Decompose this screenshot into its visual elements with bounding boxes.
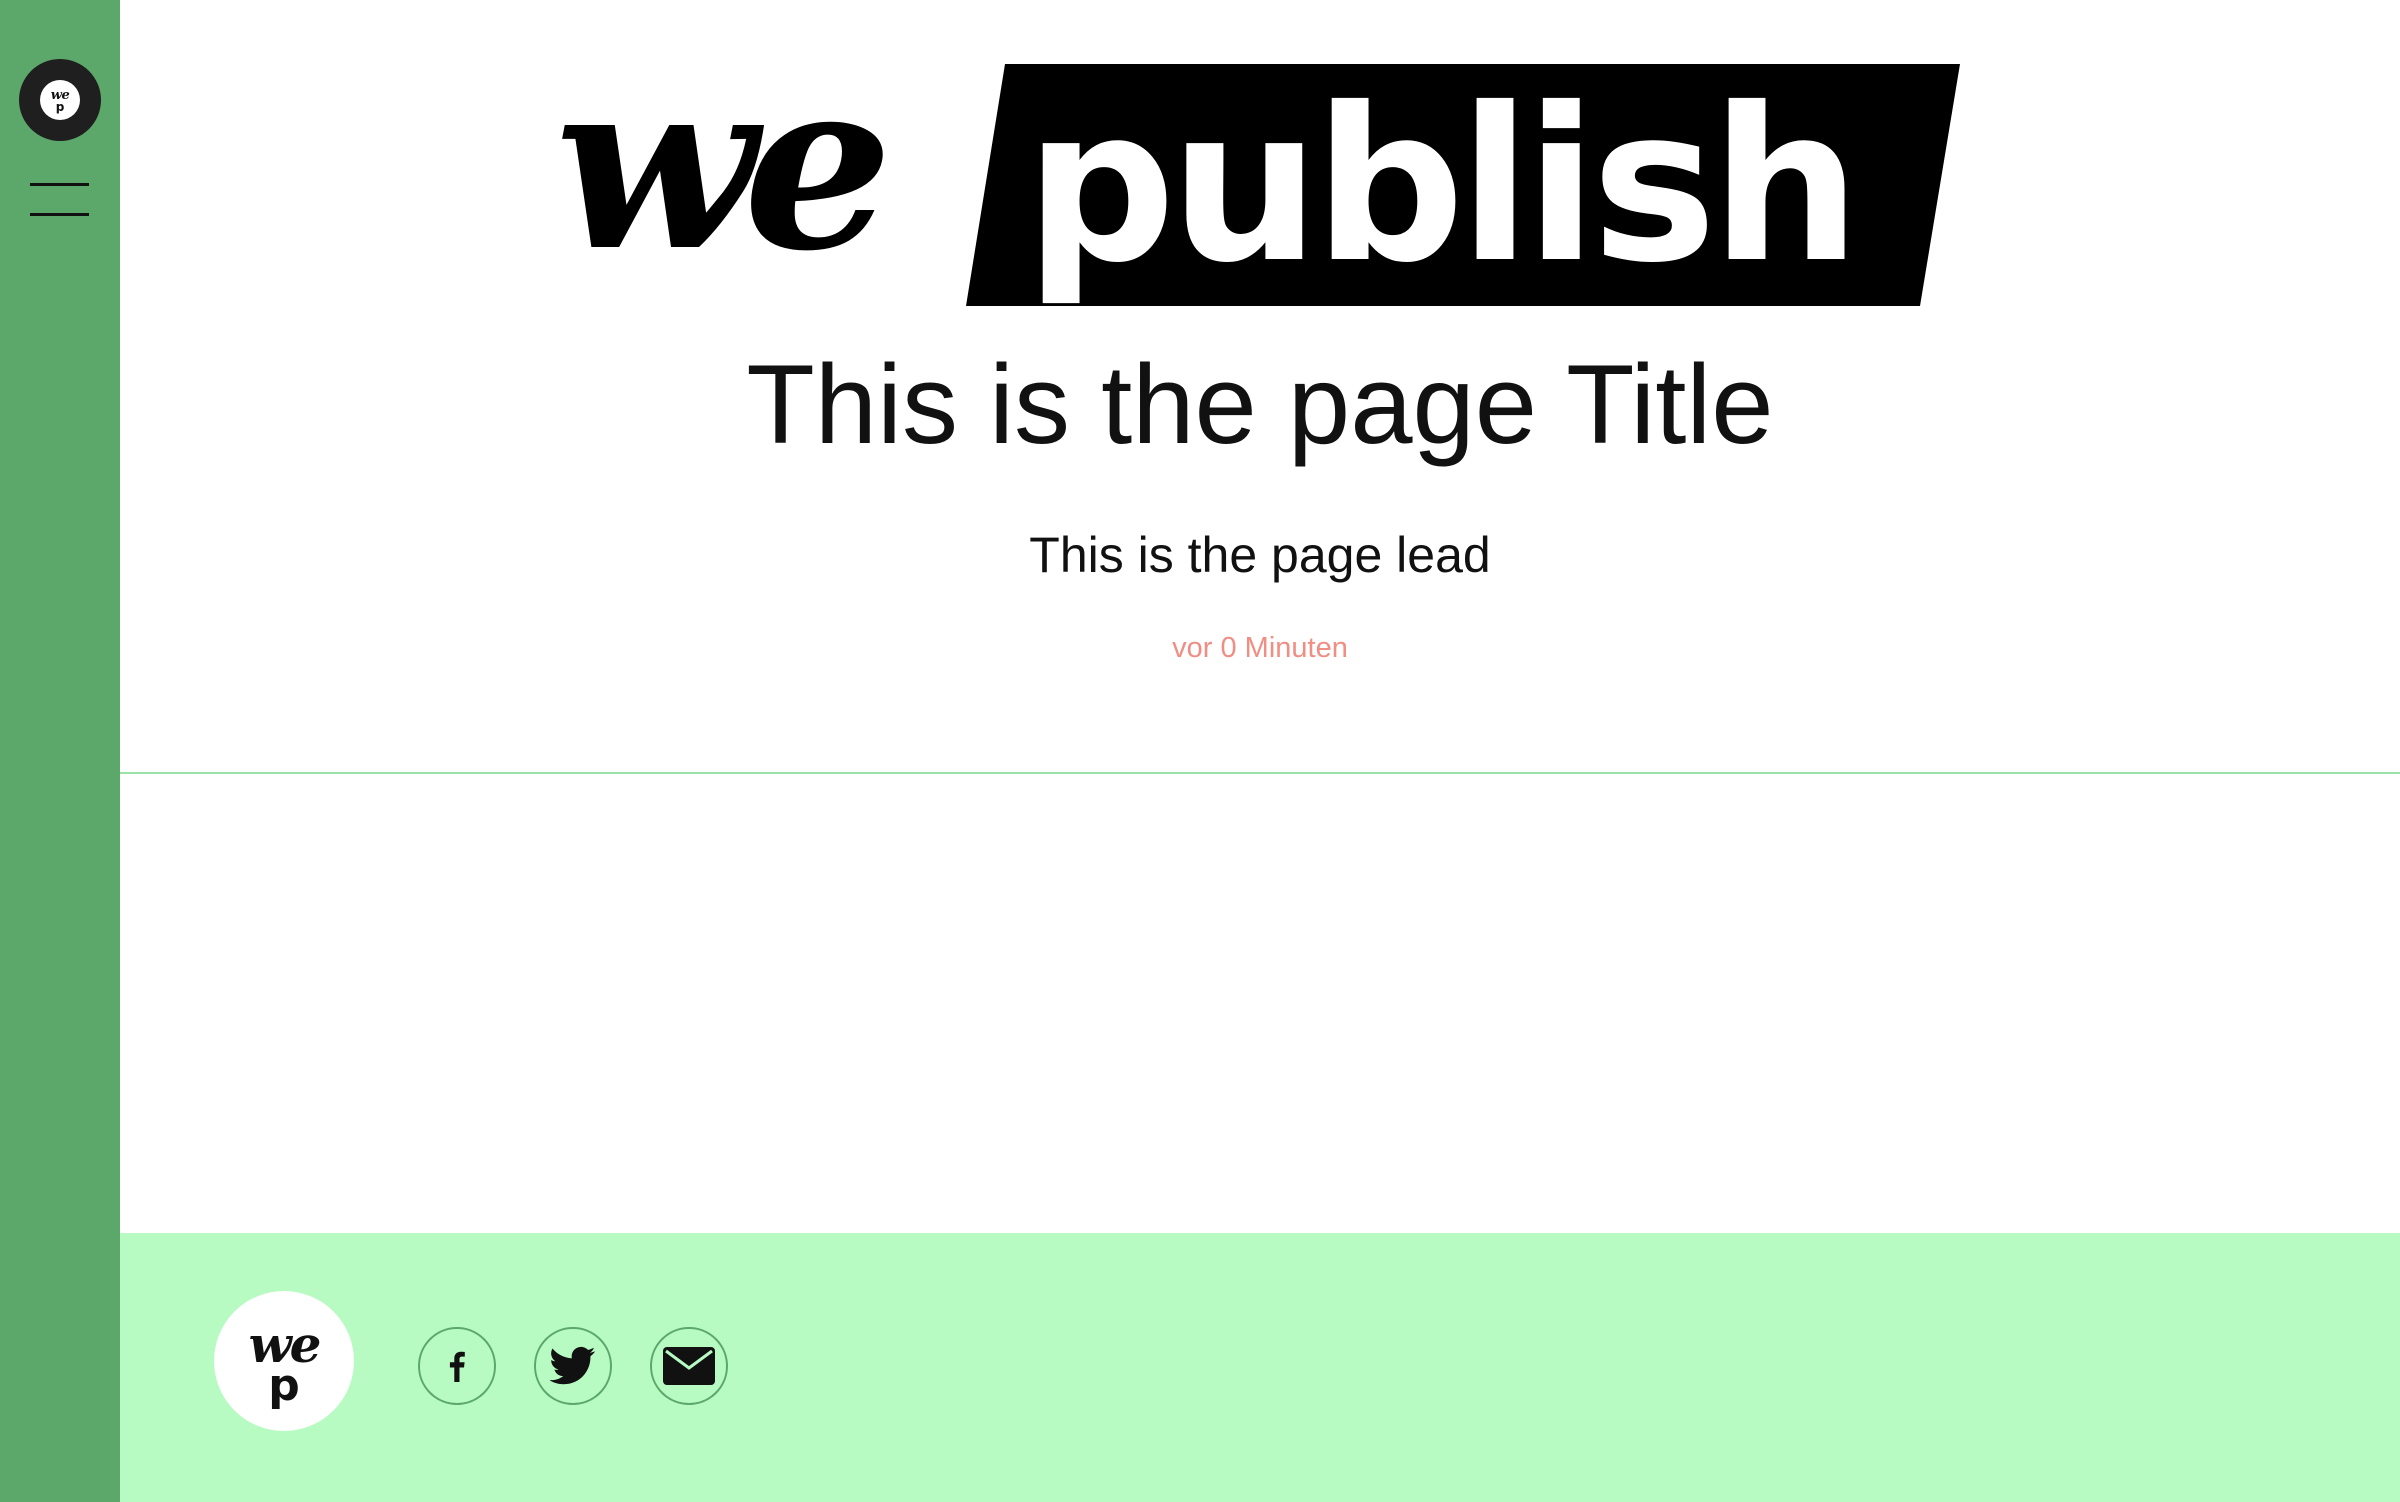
wordmark-publish: publish [1025,62,1855,309]
page: we p we publish This is the page Title T… [0,0,2400,1502]
footer-logo-link[interactable]: we p [214,1291,354,1431]
page-title: This is the page Title [746,342,1774,467]
wordmark-we: we [555,62,883,303]
twitter-share-button[interactable] [534,1327,612,1405]
email-share-button[interactable] [650,1327,728,1405]
sidebar-logo-button[interactable]: we p [19,59,101,141]
mail-icon [663,1347,715,1385]
footer: we p [120,1233,2400,1502]
we-publish-logo-icon: we p [40,80,80,120]
facebook-share-button[interactable] [418,1327,496,1405]
menu-line-top [30,183,89,186]
masthead-logo-link[interactable]: we publish [555,62,1965,312]
hamburger-menu-button[interactable] [28,180,92,220]
header-divider [120,772,2400,774]
sidebar: we p [0,0,120,1502]
logo-line-p: p [55,99,65,114]
menu-line-bottom [30,213,89,216]
facebook-icon [449,1351,465,1382]
page-lead: This is the page lead [1029,527,1491,583]
page-date: vor 0 Minuten [1172,632,1348,664]
we-publish-wordmark: we publish [555,62,1960,309]
twitter-icon [550,1346,596,1385]
footer-logo-line-p: p [268,1360,300,1411]
